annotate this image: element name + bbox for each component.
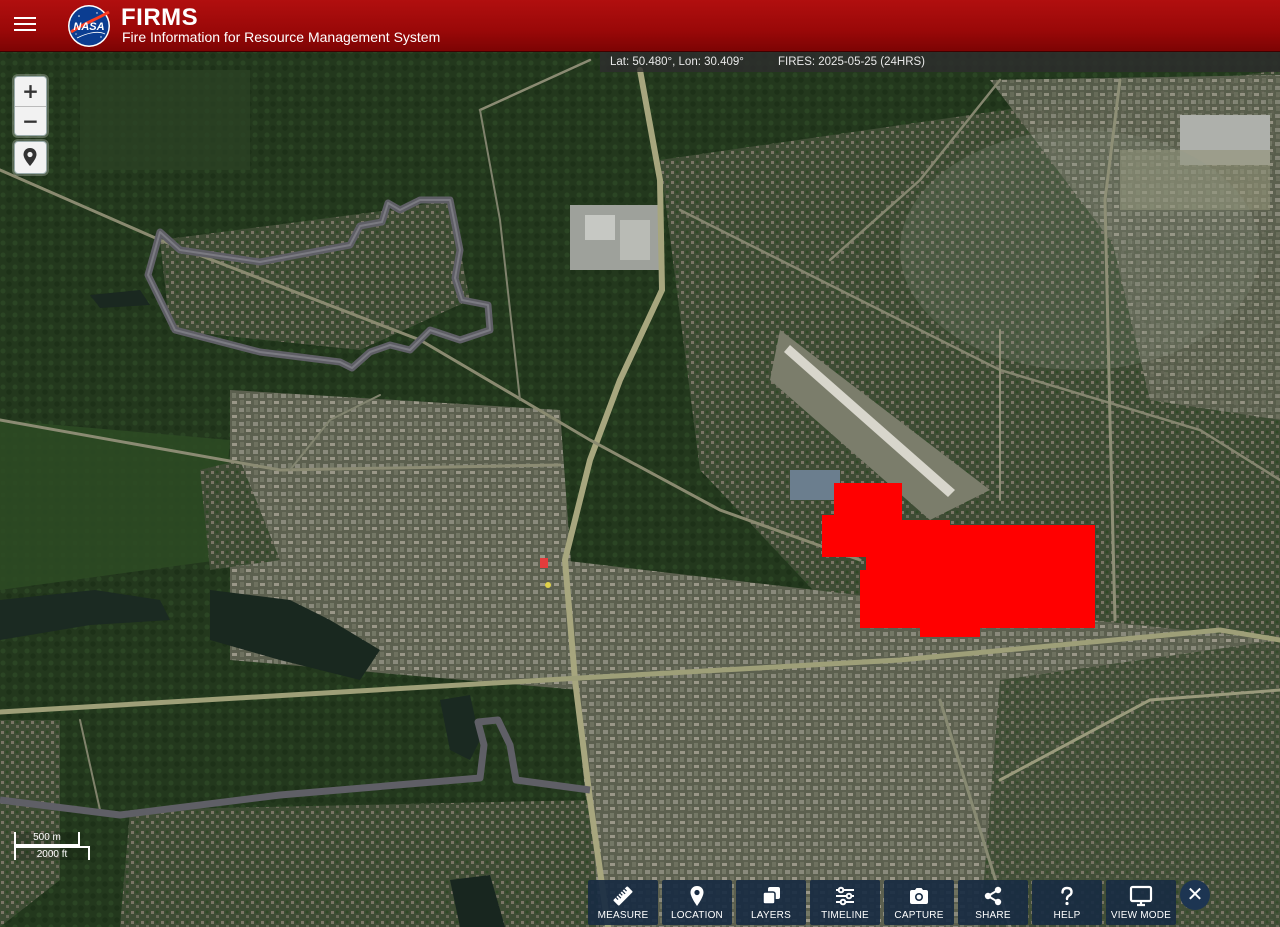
camera-icon [910, 888, 928, 904]
satellite-map[interactable] [0, 51, 1280, 927]
coordinate-status-bar: Lat: 50.480°, Lon: 30.409° FIRES: 2025-0… [600, 52, 1280, 72]
timeline-label: TIMELINE [821, 910, 869, 921]
scale-imperial: 2000 ft [14, 846, 90, 860]
capture-button[interactable]: CAPTURE [884, 880, 954, 925]
location-label: LOCATION [671, 910, 723, 921]
scale-metric: 500 m [14, 832, 80, 846]
app-subtitle: Fire Information for Resource Management… [122, 29, 441, 45]
ruler-icon [613, 886, 633, 906]
timeline-button[interactable]: TIMELINE [810, 880, 880, 925]
app-title: FIRMS [121, 4, 199, 31]
map-pin-icon [23, 148, 37, 166]
app-header: NASA FIRMS Fire Information for Resource… [0, 0, 1280, 52]
share-label: SHARE [975, 910, 1011, 921]
question-icon [1061, 886, 1073, 906]
location-button[interactable]: LOCATION [662, 880, 732, 925]
share-button[interactable]: SHARE [958, 880, 1028, 925]
capture-label: CAPTURE [894, 910, 944, 921]
layers-label: LAYERS [751, 910, 791, 921]
measure-button[interactable]: MEASURE [588, 880, 658, 925]
bottom-toolbar: MEASURE LOCATION LAYERS TIMELINE CAPTURE [588, 880, 1180, 926]
cursor-coordinates: Lat: 50.480°, Lon: 30.409° [610, 56, 744, 68]
fires-date-label: FIRES: 2025-05-25 (24HRS) [778, 56, 926, 68]
svg-text:NASA: NASA [73, 21, 104, 33]
share-icon [984, 886, 1002, 906]
help-button[interactable]: HELP [1032, 880, 1102, 925]
hamburger-menu-icon[interactable] [12, 13, 38, 37]
layers-button[interactable]: LAYERS [736, 880, 806, 925]
close-toolbar-button[interactable]: ✕ [1180, 880, 1210, 910]
zoom-control: + − [14, 76, 47, 136]
sliders-icon [836, 886, 854, 906]
nasa-logo: NASA [68, 5, 110, 47]
zoom-out-button[interactable]: − [15, 107, 46, 135]
layers-icon [762, 887, 780, 905]
monitor-icon [1129, 885, 1153, 907]
help-label: HELP [1053, 910, 1081, 921]
view-mode-label: VIEW MODE [1110, 910, 1172, 921]
scale-bar: 500 m 2000 ft [14, 832, 90, 860]
measure-label: MEASURE [597, 910, 649, 921]
view-mode-button[interactable]: VIEW MODE [1106, 880, 1176, 925]
map-pin-icon [690, 886, 704, 906]
satellite-imagery [0, 51, 1280, 927]
zoom-in-button[interactable]: + [15, 77, 46, 107]
locate-button[interactable] [14, 141, 47, 174]
